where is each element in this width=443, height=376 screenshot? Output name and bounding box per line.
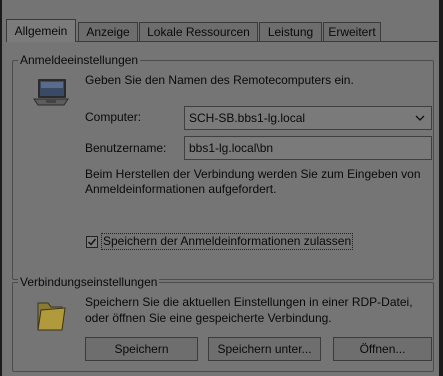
username-label: Benutzername: <box>85 141 167 155</box>
open-button[interactable]: Öffnen... <box>333 337 432 361</box>
tab-bar: Allgemein Anzeige Lokale Ressourcen Leis… <box>6 19 436 42</box>
connection-legend: Verbindungseinstellungen <box>18 275 160 289</box>
logon-note-line2: Anmeldeinformationen aufgefordert. <box>85 182 277 196</box>
tab-erweitert[interactable]: Erweitert <box>323 22 381 41</box>
tab-allgemein[interactable]: Allgemein <box>6 19 76 42</box>
rdp-dialog: Allgemein Anzeige Lokale Ressourcen Leis… <box>2 0 439 376</box>
computer-value: SCH-SB.bbs1-lg.local <box>189 111 306 125</box>
logon-legend: Anmeldeeinstellungen <box>18 53 141 67</box>
save-credentials-label[interactable]: Speichern der Anmeldeinformationen zulas… <box>101 233 354 250</box>
tab-leistung[interactable]: Leistung <box>259 22 322 41</box>
monitor-icon <box>32 77 70 109</box>
connection-desc-line1: Speichern Sie die aktuellen Einstellunge… <box>85 295 413 309</box>
save-credentials-checkbox[interactable] <box>86 236 98 248</box>
connection-desc-line2: oder öffnen Sie eine gespeicherte Verbin… <box>85 311 332 325</box>
tab-lokale-ressourcen[interactable]: Lokale Ressourcen <box>139 22 258 41</box>
tab-anzeige[interactable]: Anzeige <box>78 22 138 41</box>
logon-note-line1: Beim Herstellen der Verbindung werden Si… <box>85 167 421 181</box>
chevron-down-icon[interactable] <box>415 107 425 136</box>
computer-combobox[interactable]: SCH-SB.bbs1-lg.local <box>184 106 432 130</box>
computer-label: Computer: <box>85 110 142 124</box>
tab-panel-allgemein: Anmeldeeinstellungen Geben Sie den Namen… <box>6 42 438 376</box>
save-button[interactable]: Speichern <box>85 337 198 361</box>
logon-intro: Geben Sie den Namen des Remotecomputers … <box>85 73 354 87</box>
username-field[interactable]: bbs1-lg.local\bn <box>184 136 432 160</box>
save-as-button[interactable]: Speichern unter... <box>208 337 321 361</box>
folder-icon <box>32 297 68 333</box>
checkmark-icon <box>88 238 97 246</box>
